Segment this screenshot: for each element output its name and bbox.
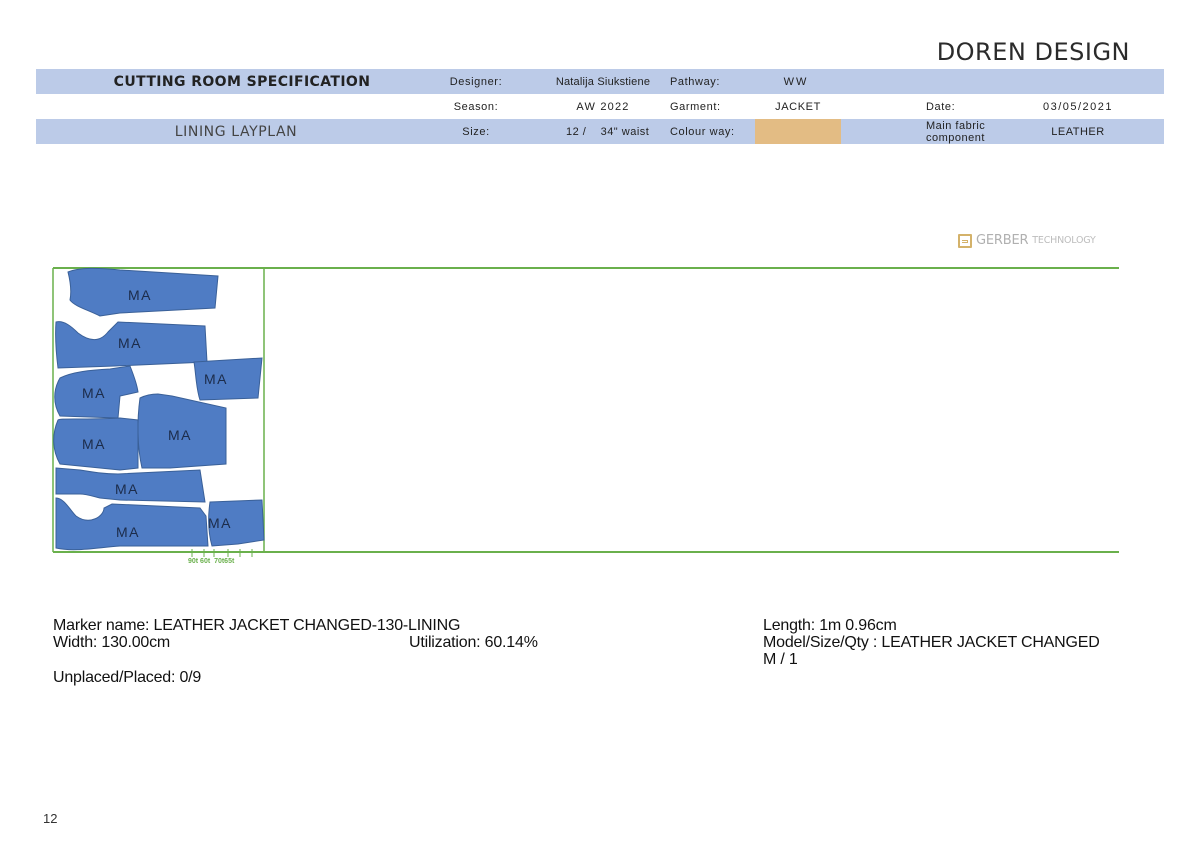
marker-name: Marker name: LEATHER JACKET CHANGED-130-…: [53, 617, 461, 634]
pattern-piece-label: MA: [118, 335, 142, 351]
model-size-qty-line2: M / 1: [763, 651, 798, 668]
marker-layplan: MA MA MA MA MA MA MA MA MA 90t 60t 70t65t: [52, 267, 1119, 565]
pattern-piece-label: MA: [128, 287, 152, 303]
pattern-pieces: MA MA MA MA MA MA MA MA MA: [53, 267, 265, 551]
pattern-piece-label: MA: [116, 524, 140, 540]
marker-width: Width: 130.00cm: [53, 634, 171, 651]
model-size-qty: Model/Size/Qty : LEATHER JACKET CHANGED: [763, 634, 1100, 651]
page-number: 12: [43, 811, 58, 826]
pattern-piece-label: MA: [82, 436, 106, 452]
unplaced-placed: Unplaced/Placed: 0/9: [53, 669, 202, 686]
ruler-text: 90t 60t 70t65t: [188, 558, 235, 565]
pattern-piece-label: MA: [168, 427, 192, 443]
pattern-piece-label: MA: [115, 481, 139, 497]
pattern-piece-label: MA: [208, 515, 232, 531]
marker-length: Length: 1m 0.96cm: [763, 617, 897, 634]
pattern-piece-label: MA: [82, 385, 106, 401]
marker-utilization: Utilization: 60.14%: [409, 634, 538, 651]
pattern-piece-label: MA: [204, 371, 228, 387]
